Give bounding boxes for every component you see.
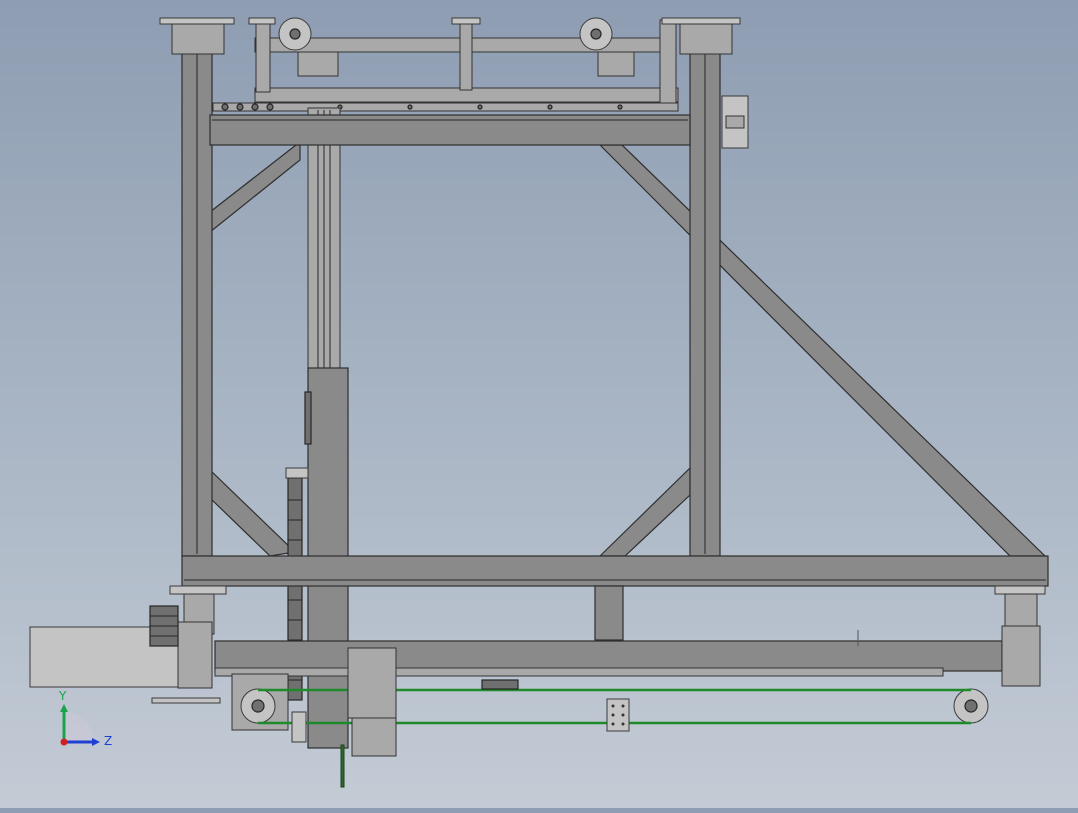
triad-arc xyxy=(64,712,94,742)
motor-base xyxy=(151,697,221,704)
chain-track xyxy=(212,102,679,112)
roller-left-hub xyxy=(289,28,301,40)
vertical-mast xyxy=(285,107,349,788)
brace-lower-left xyxy=(209,468,297,557)
top-carriage xyxy=(212,17,679,112)
base-beam xyxy=(181,555,1049,587)
column-right-plate xyxy=(679,23,733,55)
roller-right-hub xyxy=(590,28,602,40)
tool-rod xyxy=(340,744,345,788)
lower-beam-rail xyxy=(214,667,944,677)
belt-tensioner xyxy=(481,679,519,690)
mast-base-lower xyxy=(351,717,397,757)
triad-z-arrow-icon xyxy=(92,738,100,746)
foot-right-plate xyxy=(994,585,1046,595)
triad-y-arrow-icon xyxy=(60,704,68,712)
carriage-left-cap xyxy=(248,17,276,25)
mast-clamp xyxy=(304,391,312,445)
triad-z-label: Z xyxy=(104,734,112,748)
roller-left-mount xyxy=(297,51,339,77)
foot-right xyxy=(1004,593,1038,627)
brace-upper-left xyxy=(209,144,301,234)
mast-base-block xyxy=(347,647,397,719)
carriage-center-post xyxy=(459,21,473,91)
belt-clamp xyxy=(606,698,630,732)
lower-beam xyxy=(214,640,1003,672)
wheel-left-hub xyxy=(251,699,265,713)
cable-chain-bracket xyxy=(285,467,309,479)
wheel-right-hub xyxy=(964,699,978,713)
brace-lower-right xyxy=(598,466,691,557)
side-bracket-slot xyxy=(725,115,745,129)
carriage-right-post xyxy=(659,19,677,105)
cad-viewport[interactable] xyxy=(0,0,1078,808)
gearbox xyxy=(177,621,213,689)
carriage-left-post xyxy=(255,19,271,93)
chain-anchor xyxy=(291,711,307,743)
foot-left-plate xyxy=(169,585,227,595)
right-wheel-housing xyxy=(1001,625,1041,687)
center-leg xyxy=(594,585,624,641)
column-left-cap xyxy=(159,17,235,25)
coordinate-triad: Y Z xyxy=(48,684,128,754)
roller-right-mount xyxy=(597,51,635,77)
carriage-center-cap xyxy=(451,17,481,25)
column-left-plate xyxy=(171,23,225,55)
triad-y-label: Y xyxy=(58,689,67,703)
column-right-cap xyxy=(661,17,741,25)
triad-x-dot xyxy=(60,738,68,746)
